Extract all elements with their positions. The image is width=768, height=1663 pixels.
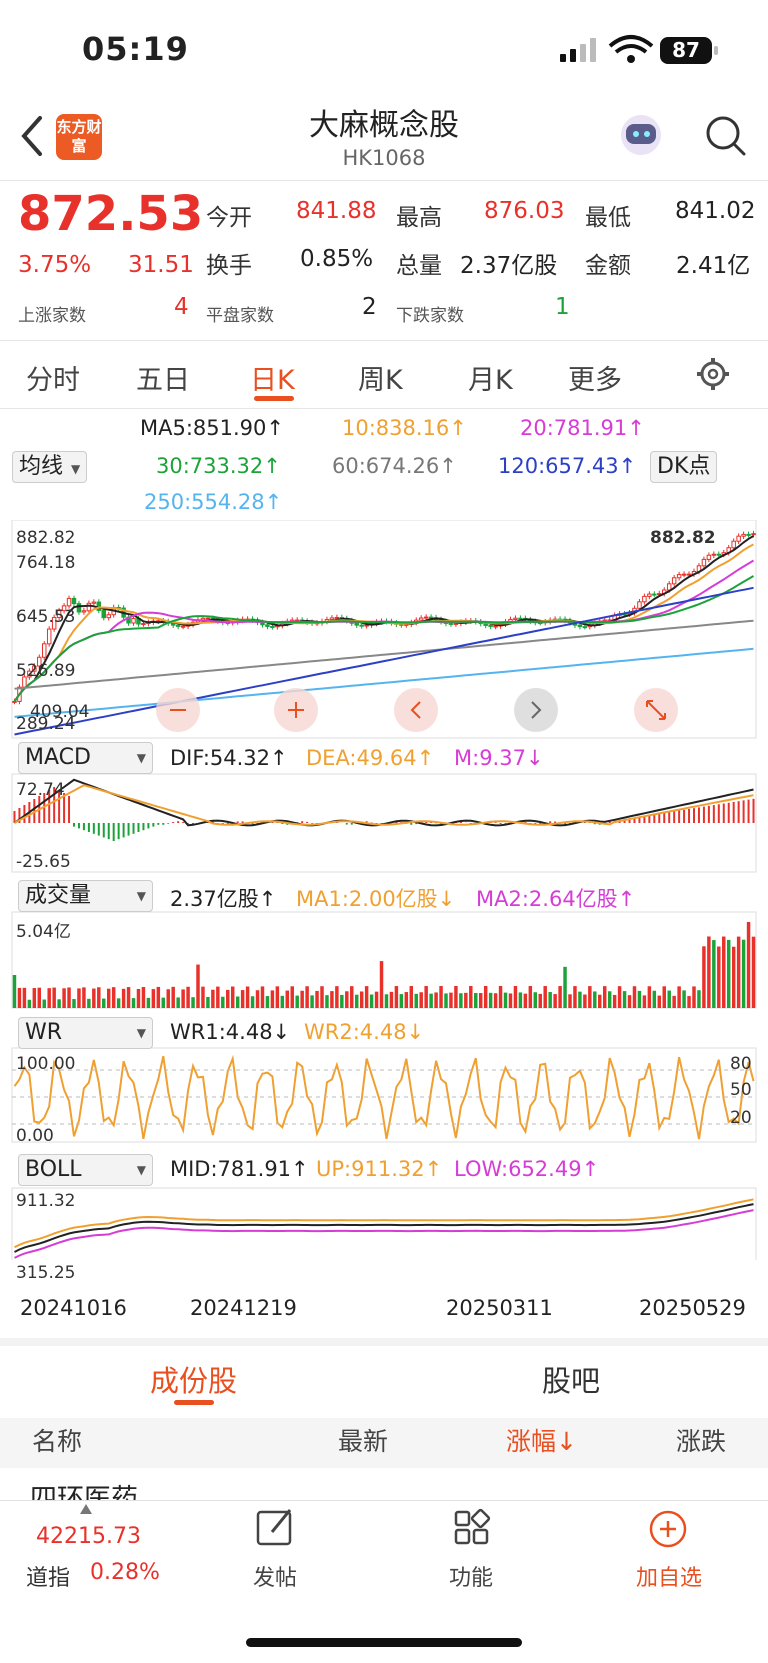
index-value[interactable]: 42215.73 [36,1524,141,1549]
functions-button[interactable]: 功能 [426,1560,516,1592]
add-watchlist-button[interactable]: 加自选 [624,1560,714,1592]
nav-icons [80,1504,687,1548]
index-change: 0.28% [90,1560,160,1585]
post-button[interactable]: 发帖 [230,1560,320,1592]
index-name: 道指 [26,1566,71,1591]
home-indicator [246,1638,522,1647]
